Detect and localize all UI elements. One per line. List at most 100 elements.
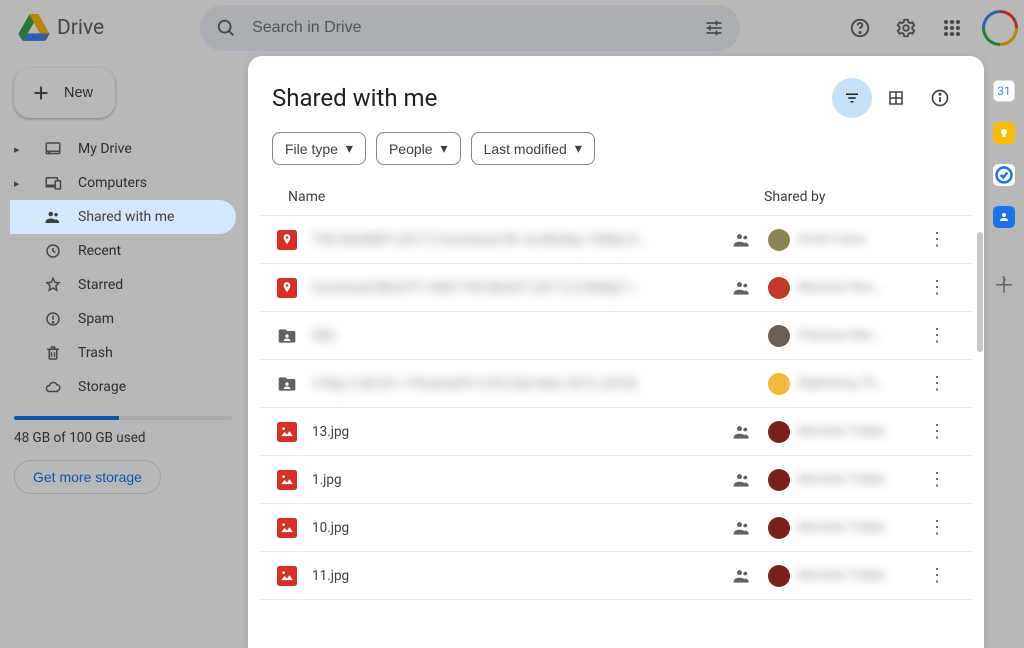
nav-label: Computers (78, 175, 147, 191)
new-button[interactable]: New (14, 68, 115, 118)
shared-people-icon (732, 566, 752, 586)
shared-by-cell: Maurycy Ros... (768, 277, 918, 299)
search-icon[interactable] (206, 8, 246, 48)
file-row[interactable]: 13.jpgMonster Trailer⋮ (260, 408, 972, 456)
file-name: V-Ray 3.60.03 + PhoenixFD 3.04 (3ds Max … (312, 376, 736, 392)
settings-icon[interactable] (884, 6, 928, 50)
file-name: fdfs (312, 328, 736, 344)
drive-icon (42, 140, 64, 158)
nav-spam[interactable]: Spam (10, 302, 236, 336)
sharer-avatar (768, 517, 790, 539)
file-type-icon (276, 277, 298, 299)
row-more-button[interactable]: ⋮ (918, 277, 956, 298)
details-toggle-button[interactable] (920, 78, 960, 118)
sharer-avatar (768, 325, 790, 347)
header: Drive (0, 0, 1024, 56)
shared-by-cell: Monster Trailer (768, 565, 918, 587)
nav-starred[interactable]: Starred (10, 268, 236, 302)
sharer-avatar (768, 373, 790, 395)
sharer-name: Monster Trailer (798, 520, 885, 535)
file-name: 11.jpg (312, 568, 716, 584)
file-rows: THE MUMMY (2017) Download 4K via BluRay … (248, 216, 984, 600)
side-panel: 31 ＋ › (984, 56, 1024, 300)
caret-down-icon: ▾ (346, 140, 353, 157)
plus-icon (30, 82, 52, 104)
row-more-button[interactable]: ⋮ (918, 565, 956, 586)
row-more-button[interactable]: ⋮ (918, 325, 956, 346)
page-title: Shared with me (272, 84, 437, 112)
people-icon (42, 208, 64, 226)
search-bar[interactable] (200, 5, 740, 51)
filter-label: File type (285, 141, 338, 157)
filter-people[interactable]: People ▾ (376, 132, 461, 165)
file-row[interactable]: fdfs Precious Bar... ⋮ (260, 312, 972, 360)
row-more-button[interactable]: ⋮ (918, 421, 956, 442)
row-more-button[interactable]: ⋮ (918, 517, 956, 538)
filter-toggle-button[interactable] (832, 78, 872, 118)
nav-my-drive[interactable]: ▸ My Drive (10, 132, 236, 166)
column-name[interactable]: Name (288, 189, 764, 205)
get-more-storage-button[interactable]: Get more storage (14, 460, 161, 494)
storage-section: 48 GB of 100 GB used Get more storage (10, 410, 236, 494)
file-name: Download BEAUTY AND THE BEAST (2017) [10… (312, 280, 716, 296)
column-shared-by[interactable]: Shared by (764, 189, 944, 205)
storage-text: 48 GB of 100 GB used (14, 430, 232, 446)
nav-label: My Drive (78, 141, 132, 157)
shared-by-cell: Monster Trailer (768, 517, 918, 539)
sharer-name: Precious Bar... (798, 328, 881, 343)
account-avatar[interactable] (982, 10, 1018, 46)
scrollbar-thumb[interactable] (977, 232, 983, 352)
file-type-icon (276, 565, 298, 587)
calendar-app-icon[interactable]: 31 (993, 80, 1015, 102)
expand-icon: ▸ (14, 177, 28, 190)
file-name: 1.jpg (312, 472, 716, 488)
file-type-icon (276, 469, 298, 491)
caret-down-icon: ▾ (441, 140, 448, 157)
sharer-name: Monster Trailer (798, 472, 885, 487)
file-type-icon (276, 517, 298, 539)
file-row[interactable]: 11.jpg Monster Trailer⋮ (260, 552, 972, 600)
sharer-avatar (768, 229, 790, 251)
apps-icon[interactable] (930, 6, 974, 50)
nav-recent[interactable]: Recent (10, 234, 236, 268)
shared-by-cell: Monster Trailer (768, 421, 918, 443)
nav-computers[interactable]: ▸ Computers (10, 166, 236, 200)
filter-label: People (389, 141, 433, 157)
caret-down-icon: ▾ (575, 140, 582, 157)
file-row[interactable]: THE MUMMY (2017) Download 4K via BluRay … (260, 216, 972, 264)
shared-by-cell: Precious Bar... (768, 325, 918, 347)
nav-shared-with-me[interactable]: Shared with me (10, 200, 236, 234)
collapse-sidepanel-button[interactable]: › (1001, 269, 1006, 290)
help-icon[interactable] (838, 6, 882, 50)
row-more-button[interactable]: ⋮ (918, 373, 956, 394)
new-button-label: New (64, 85, 93, 101)
nav-label: Trash (78, 345, 113, 361)
nav-storage[interactable]: Storage (10, 370, 236, 404)
file-row[interactable]: V-Ray 3.60.03 + PhoenixFD 3.04 (3ds Max … (260, 360, 972, 408)
expand-icon: ▸ (14, 143, 28, 156)
keep-app-icon[interactable] (993, 122, 1015, 144)
row-more-button[interactable]: ⋮ (918, 469, 956, 490)
drive-logo[interactable]: Drive (12, 10, 110, 46)
file-row[interactable]: 1.jpg Monster Trailer ⋮ (260, 456, 972, 504)
tasks-app-icon[interactable] (993, 164, 1015, 186)
view-grid-button[interactable] (876, 78, 916, 118)
sharer-name: Maurycy Ros... (798, 280, 883, 295)
file-row[interactable]: Download BEAUTY AND THE BEAST (2017) [10… (260, 264, 972, 312)
shared-people-icon (732, 470, 752, 490)
nav-label: Shared with me (78, 209, 174, 225)
search-input[interactable] (252, 19, 688, 37)
nav-label: Starred (78, 277, 123, 293)
contacts-app-icon[interactable] (993, 206, 1015, 228)
sharer-avatar (768, 469, 790, 491)
search-options-icon[interactable] (694, 8, 734, 48)
table-header: Name Shared by (260, 179, 972, 216)
file-name: 10.jpg (312, 520, 716, 536)
nav-trash[interactable]: Trash (10, 336, 236, 370)
file-type-icon (276, 229, 298, 251)
sharer-name: Scott Crane (798, 232, 865, 247)
filter-file-type[interactable]: File type ▾ (272, 132, 366, 165)
filter-last-modified[interactable]: Last modified▾ (471, 132, 595, 165)
row-more-button[interactable]: ⋮ (918, 229, 956, 250)
file-row[interactable]: 10.jpg Monster Trailer ⋮ (260, 504, 972, 552)
